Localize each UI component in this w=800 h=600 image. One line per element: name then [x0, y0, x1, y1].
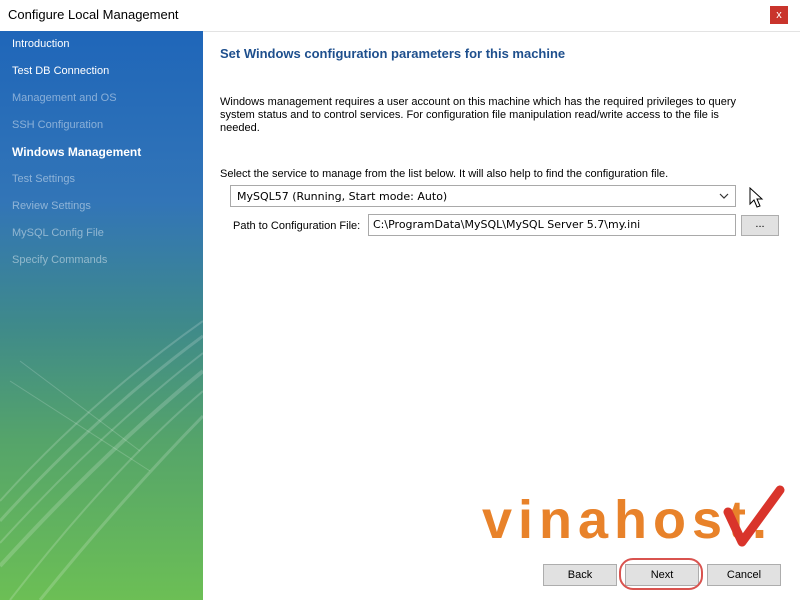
service-select-label: Select the service to manage from the li…: [220, 168, 669, 180]
sidebar-item: Test DB Connection: [0, 58, 203, 85]
wizard-steps: Introduction Test DB Connection Manageme…: [0, 31, 203, 274]
chevron-down-icon: [719, 193, 729, 199]
sidebar-item-label: Test DB Connection: [12, 65, 110, 77]
window-title: Configure Local Management: [8, 7, 179, 22]
config-path-field[interactable]: C:\ProgramData\MySQL\MySQL Server 5.7\my…: [368, 214, 736, 236]
sidebar-item-label: SSH Configuration: [12, 119, 104, 131]
close-button[interactable]: x: [770, 6, 788, 24]
sidebar-item-label: Management and OS: [12, 92, 117, 104]
sidebar-item: Introduction: [0, 31, 203, 58]
service-dropdown[interactable]: MySQL57 (Running, Start mode: Auto): [230, 185, 736, 207]
sidebar-item-active: Windows Management: [0, 139, 203, 166]
sidebar-item: Specify Commands: [0, 247, 203, 274]
sidebar-item: Review Settings: [0, 193, 203, 220]
sidebar-item-label: Review Settings: [12, 200, 91, 212]
page-title: Set Windows configuration parameters for…: [220, 46, 566, 61]
service-dropdown-value: MySQL57 (Running, Start mode: Auto): [237, 190, 448, 203]
sidebar-item: Test Settings: [0, 166, 203, 193]
sidebar-item-label: Test Settings: [12, 173, 75, 185]
back-button[interactable]: Back: [543, 564, 617, 586]
title-bar: Configure Local Management x: [0, 0, 800, 32]
sidebar-item-label: Specify Commands: [12, 254, 108, 266]
mouse-cursor-icon: [749, 187, 764, 208]
next-highlight-circle: [619, 558, 703, 590]
sidebar-item: MySQL Config File: [0, 220, 203, 247]
description-text: Windows management requires a user accou…: [220, 96, 737, 134]
sidebar-item: SSH Configuration: [0, 112, 203, 139]
sidebar-item-label: Introduction: [12, 38, 70, 50]
vinahost-watermark: vinahost.: [482, 485, 785, 548]
cancel-button[interactable]: Cancel: [707, 564, 781, 586]
sidebar-item-label: MySQL Config File: [12, 227, 104, 239]
sidebar-item: Management and OS: [0, 85, 203, 112]
sidebar-item-label: Windows Management: [12, 145, 142, 159]
sidebar: Introduction Test DB Connection Manageme…: [0, 31, 203, 600]
browse-button[interactable]: ...: [741, 215, 779, 236]
config-path-label: Path to Configuration File:: [233, 220, 361, 232]
